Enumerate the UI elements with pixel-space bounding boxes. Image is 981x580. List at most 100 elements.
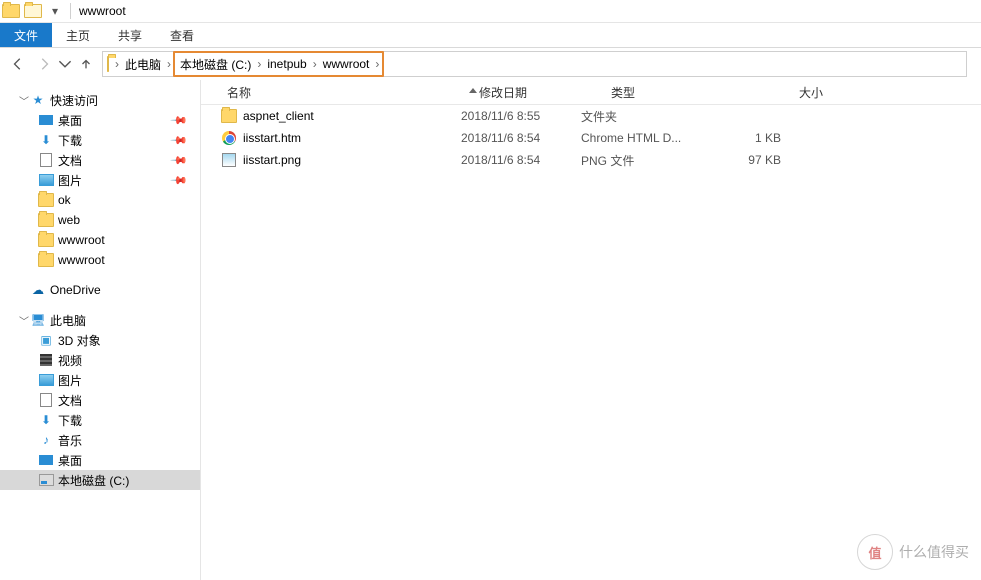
sidebar-wwwroot-2[interactable]: wwwroot [0,250,200,270]
sidebar-label: 3D 对象 [58,332,101,349]
folder-icon [38,252,54,268]
chevron-right-icon[interactable]: › [311,53,319,75]
pin-icon: 📌 [170,151,189,170]
cube-icon: ▣ [38,332,54,348]
crumb-inetpub[interactable]: inetpub [263,53,310,75]
file-row[interactable]: aspnet_client 2018/11/6 8:55 文件夹 [201,105,981,127]
col-name[interactable]: 名称 [221,84,473,101]
sidebar-ok[interactable]: ok [0,190,200,210]
menu-file[interactable]: 文件 [0,23,52,47]
file-name: iisstart.htm [243,131,301,145]
sidebar-downloads-2[interactable]: ⬇下载 [0,410,200,430]
back-button[interactable] [6,52,30,76]
chevron-right-icon[interactable]: › [255,53,263,75]
sidebar-label: 文档 [58,392,82,409]
chevron-right-icon[interactable]: › [373,53,381,75]
sidebar-desktop-2[interactable]: 桌面 [0,450,200,470]
sidebar-label: 视频 [58,352,82,369]
sidebar-quick-access[interactable]: ﹀★快速访问 [0,90,200,110]
sidebar-onedrive[interactable]: ☁OneDrive [0,280,200,300]
file-size: 97 KB [711,153,781,167]
menu-home[interactable]: 主页 [52,23,104,47]
sidebar-downloads[interactable]: ⬇下载📌 [0,130,200,150]
sidebar-label: 此电脑 [50,312,86,329]
image-file-icon [221,152,237,168]
sidebar-thispc[interactable]: ﹀🖥此电脑 [0,310,200,330]
sidebar-web[interactable]: web [0,210,200,230]
title-bar: ▾ wwwroot [0,0,981,23]
sidebar-label: wwwroot [58,233,105,247]
file-type: 文件夹 [581,108,711,125]
folder-icon [38,232,54,248]
file-date: 2018/11/6 8:55 [461,109,581,123]
document-icon [38,392,54,408]
crumb-thispc[interactable]: 此电脑 [121,52,165,76]
file-size: 1 KB [711,131,781,145]
menu-share[interactable]: 共享 [104,23,156,47]
menu-view[interactable]: 查看 [156,23,208,47]
chevron-right-icon[interactable]: › [165,52,173,76]
title-divider [70,3,71,19]
pin-icon: 📌 [170,131,189,150]
sidebar-desktop[interactable]: 桌面 📌 [0,110,200,130]
sidebar-3dobjects[interactable]: ▣3D 对象 [0,330,200,350]
folder-icon [38,192,54,208]
sidebar-label: 快速访问 [50,92,98,109]
folder-icon [38,212,54,228]
forward-button[interactable] [32,52,56,76]
qat-dropdown-icon[interactable]: ▾ [46,2,64,20]
pc-icon: 🖥 [30,312,46,328]
crumb-disk[interactable]: 本地磁盘 (C:) [176,53,255,75]
sidebar-pictures[interactable]: 图片📌 [0,170,200,190]
sidebar-disk-c[interactable]: 本地磁盘 (C:) [0,470,200,490]
sidebar-label: wwwroot [58,253,105,267]
col-size[interactable]: 大小 [747,84,829,101]
nav-bar: › 此电脑 › 本地磁盘 (C:) › inetpub › wwwroot › [0,48,981,80]
pin-icon: 📌 [170,111,189,130]
sidebar-pictures-2[interactable]: 图片 [0,370,200,390]
crumb-wwwroot[interactable]: wwwroot [319,53,374,75]
pin-icon: 📌 [170,171,189,190]
column-headers: 名称 修改日期 类型 大小 [201,80,981,105]
file-row[interactable]: iisstart.htm 2018/11/6 8:54 Chrome HTML … [201,127,981,149]
history-dropdown-icon[interactable] [58,52,72,76]
sidebar-label: ok [58,193,71,207]
disk-icon [38,472,54,488]
folder-icon [221,108,237,124]
col-type[interactable]: 类型 [605,84,747,101]
document-icon [38,152,54,168]
sidebar-label: 桌面 [58,112,82,129]
file-type: PNG 文件 [581,152,711,169]
sidebar-label: 音乐 [58,432,82,449]
sidebar-label: 下载 [58,412,82,429]
picture-icon [38,172,54,188]
chrome-icon [221,130,237,146]
sidebar-label: 本地磁盘 (C:) [58,472,129,489]
music-icon: ♪ [38,432,54,448]
quick-access-toolbar-icon[interactable] [24,2,42,20]
watermark-text: 什么值得买 [899,542,969,562]
desktop-icon [38,452,54,468]
file-row[interactable]: iisstart.png 2018/11/6 8:54 PNG 文件 97 KB [201,149,981,171]
picture-icon [38,372,54,388]
file-name: iisstart.png [243,153,301,167]
sidebar-documents-2[interactable]: 文档 [0,390,200,410]
film-icon [38,352,54,368]
sidebar-label: 图片 [58,372,82,389]
sidebar-videos[interactable]: 视频 [0,350,200,370]
sidebar-music[interactable]: ♪音乐 [0,430,200,450]
col-date[interactable]: 修改日期 [473,84,605,101]
cloud-icon: ☁ [30,282,46,298]
sidebar-label: 文档 [58,152,82,169]
sidebar-documents[interactable]: 文档 📌 [0,150,200,170]
up-button[interactable] [74,52,98,76]
star-icon: ★ [30,92,46,108]
watermark-logo-icon: 值 [857,534,893,570]
sidebar-wwwroot-1[interactable]: wwwroot [0,230,200,250]
download-icon: ⬇ [38,412,54,428]
sidebar-label: 下载 [58,132,82,149]
file-list-pane: 名称 修改日期 类型 大小 aspnet_client 2018/11/6 8:… [201,80,981,580]
file-date: 2018/11/6 8:54 [461,131,581,145]
ribbon-tabs: 文件 主页 共享 查看 [0,23,981,48]
address-bar[interactable]: › 此电脑 › 本地磁盘 (C:) › inetpub › wwwroot › [102,51,967,77]
